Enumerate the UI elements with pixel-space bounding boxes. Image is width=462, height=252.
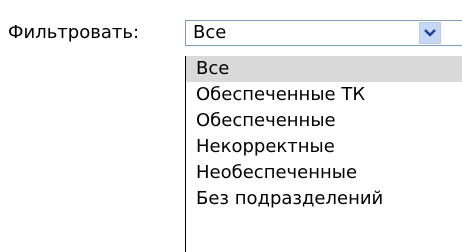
filter-select[interactable]: Все xyxy=(185,20,462,46)
dropdown-option-unprovided[interactable]: Необеспеченные xyxy=(186,160,462,186)
chevron-down-icon[interactable] xyxy=(419,22,441,44)
dropdown-option-provided-tk[interactable]: Обеспеченные ТК xyxy=(186,82,462,108)
dropdown-option-incorrect[interactable]: Некорректные xyxy=(186,134,462,160)
dropdown-option-provided[interactable]: Обеспеченные xyxy=(186,108,462,134)
filter-label: Фильтровать: xyxy=(8,22,140,43)
dropdown-option-all[interactable]: Все xyxy=(186,56,462,82)
filter-dropdown-list: Все Обеспеченные ТК Обеспеченные Некорре… xyxy=(185,56,462,252)
filter-select-value: Все xyxy=(193,22,227,43)
dropdown-option-no-divisions[interactable]: Без подразделений xyxy=(186,186,462,212)
